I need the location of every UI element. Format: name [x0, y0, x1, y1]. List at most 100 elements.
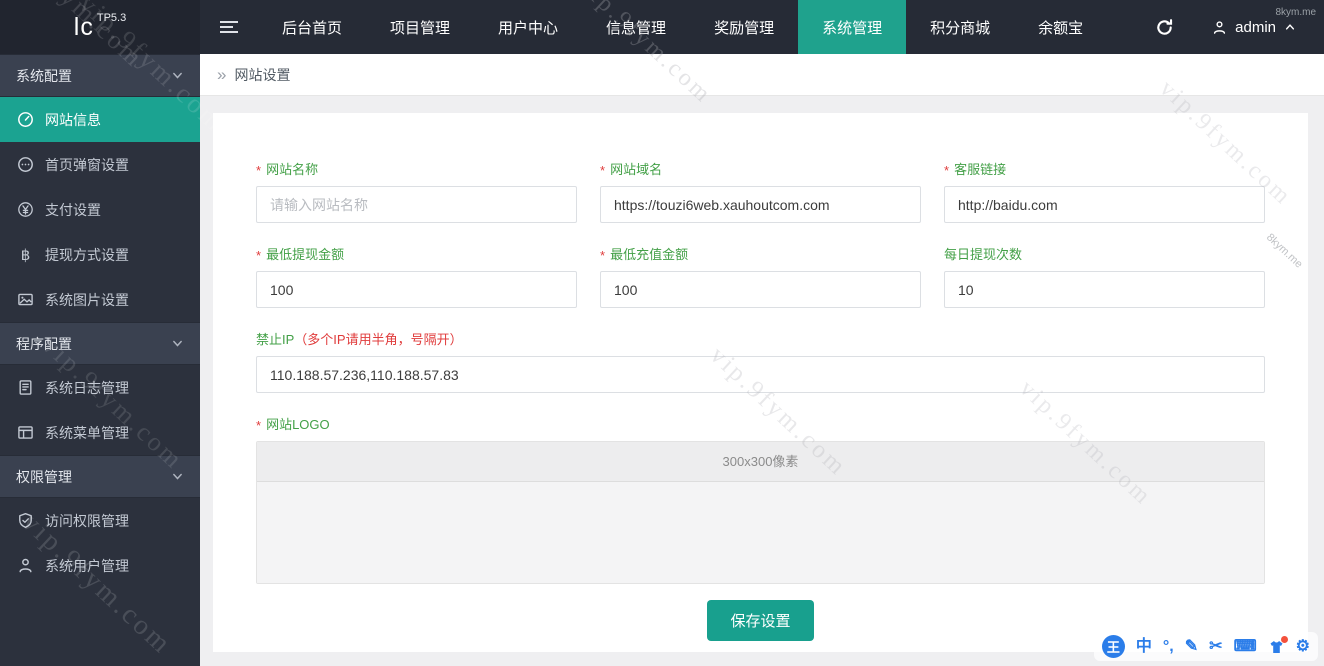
sidebar-item-popup-settings[interactable]: 首页弹窗设置: [0, 142, 200, 187]
ime-toolbar[interactable]: 王 中 °, ✎ ✂ ⌨ ⚙: [1094, 632, 1318, 661]
ime-logo-icon[interactable]: 王: [1102, 635, 1125, 658]
field-label: 禁止IP（多个IP请用半角，号隔开）: [256, 332, 1265, 348]
log-icon: [17, 379, 34, 396]
field-banned-ip: 禁止IP（多个IP请用半角，号隔开）: [256, 332, 1265, 393]
field-label: *最低充值金额: [600, 247, 921, 263]
field-label: *网站LOGO: [256, 417, 1265, 433]
topbar-right: admin: [1155, 0, 1324, 54]
chevron-down-icon: [171, 69, 184, 82]
nav-item-dashboard[interactable]: 后台首页: [258, 0, 366, 54]
field-label: 每日提现次数: [944, 247, 1265, 263]
nav-item-points-mall[interactable]: 积分商城: [906, 0, 1014, 54]
sidebar-item-system-logs[interactable]: 系统日志管理: [0, 365, 200, 410]
field-site-logo: *网站LOGO 300x300像素: [256, 417, 1265, 584]
min-recharge-input[interactable]: [600, 271, 921, 308]
field-label: *网站域名: [600, 162, 921, 178]
breadcrumb-chevrons-icon: »: [217, 66, 226, 83]
field-label: *网站名称: [256, 162, 577, 178]
chevron-down-icon: [171, 470, 184, 483]
sidebar-item-label: 提现方式设置: [45, 245, 129, 265]
sidebar-group-permission-manage[interactable]: 权限管理: [0, 455, 200, 498]
site-name-input[interactable]: [256, 186, 577, 223]
save-settings-button[interactable]: 保存设置: [707, 600, 813, 641]
logo-upload-area[interactable]: 300x300像素: [256, 441, 1265, 584]
sidebar-item-label: 支付设置: [45, 200, 101, 220]
sidebar-item-system-images[interactable]: 系统图片设置: [0, 277, 200, 322]
field-site-domain: *网站域名: [600, 162, 921, 223]
chevron-up-icon: [1284, 21, 1296, 33]
hamburger-icon: [220, 21, 238, 33]
nav-item-reward-manage[interactable]: 奖励管理: [690, 0, 798, 54]
sidebar-item-system-users[interactable]: 系统用户管理: [0, 543, 200, 588]
sidebar-item-label: 系统日志管理: [45, 378, 129, 398]
required-mark: *: [600, 248, 605, 263]
required-mark: *: [944, 163, 949, 178]
sidebar-item-access-permissions[interactable]: 访问权限管理: [0, 498, 200, 543]
field-min-recharge: *最低充值金额: [600, 247, 921, 308]
settings-form-panel: *网站名称 *网站域名 *客服链接 *最低提现金额: [213, 113, 1308, 652]
nav-item-user-center[interactable]: 用户中心: [474, 0, 582, 54]
sidebar-group-label: 权限管理: [16, 467, 72, 487]
required-mark: *: [256, 248, 261, 263]
bitcoin-icon: ฿: [17, 246, 34, 264]
chevron-down-icon: [171, 337, 184, 350]
image-icon: [17, 291, 34, 308]
page-title: 网站设置: [234, 65, 290, 85]
field-service-link: *客服链接: [944, 162, 1265, 223]
ime-clipboard-icon[interactable]: ✂: [1209, 639, 1222, 655]
refresh-icon: [1155, 18, 1174, 37]
logo-upload-dropzone[interactable]: [257, 482, 1264, 583]
sidebar-group-program-config[interactable]: 程序配置: [0, 322, 200, 365]
dashboard-icon: [17, 111, 34, 128]
min-withdraw-input[interactable]: [256, 271, 577, 308]
logo-upload-hint: 300x300像素: [257, 442, 1264, 482]
sidebar-item-site-info[interactable]: 网站信息: [0, 97, 200, 142]
popup-comment-icon: [17, 156, 34, 173]
sidebar: 系统配置 网站信息 首页弹窗设置 支付设置 ฿ 提现方式设置 系统图片设置 程序…: [0, 54, 200, 666]
sidebar-item-label: 访问权限管理: [45, 511, 129, 531]
sidebar-group-system-config[interactable]: 系统配置: [0, 54, 200, 97]
breadcrumb: » 网站设置: [200, 54, 1324, 96]
sidebar-item-label: 系统图片设置: [45, 290, 129, 310]
sidebar-group-label: 程序配置: [16, 334, 72, 354]
app-logo: lc TP5.3: [0, 0, 200, 54]
field-min-withdraw: *最低提现金额: [256, 247, 577, 308]
ime-language-toggle[interactable]: 中: [1136, 639, 1152, 655]
nav-item-info-manage[interactable]: 信息管理: [582, 0, 690, 54]
ime-skin-icon[interactable]: [1268, 639, 1285, 655]
field-label: *最低提现金额: [256, 247, 577, 263]
field-site-name: *网站名称: [256, 162, 577, 223]
sidebar-toggle-button[interactable]: [200, 0, 258, 54]
sidebar-group-label: 系统配置: [16, 66, 72, 86]
required-mark: *: [256, 163, 261, 178]
nav-item-yuebao[interactable]: 余额宝: [1014, 0, 1107, 54]
user-icon: [17, 557, 34, 574]
refresh-button[interactable]: [1155, 18, 1174, 37]
menu-layout-icon: [17, 424, 34, 441]
sidebar-item-label: 网站信息: [45, 110, 101, 130]
user-menu[interactable]: admin: [1212, 19, 1296, 36]
banned-ip-input[interactable]: [256, 356, 1265, 393]
required-mark: *: [256, 418, 261, 433]
sidebar-item-label: 首页弹窗设置: [45, 155, 129, 175]
ime-settings-icon[interactable]: ⚙: [1296, 639, 1310, 655]
daily-withdraw-times-input[interactable]: [944, 271, 1265, 308]
ime-keyboard-icon[interactable]: ⌨: [1234, 639, 1257, 655]
nav-item-projects[interactable]: 项目管理: [366, 0, 474, 54]
nav-item-system-manage[interactable]: 系统管理: [798, 0, 906, 54]
form-row-3: 禁止IP（多个IP请用半角，号隔开）: [256, 332, 1265, 393]
form-row-2: *最低提现金额 *最低充值金额 每日提现次数: [256, 247, 1265, 308]
main-content: » 网站设置 *网站名称 *网站域名 *客服链接: [200, 54, 1324, 666]
sidebar-item-payment-settings[interactable]: 支付设置: [0, 187, 200, 232]
sidebar-item-system-menus[interactable]: 系统菜单管理: [0, 410, 200, 455]
sidebar-item-label: 系统菜单管理: [45, 423, 129, 443]
site-domain-input[interactable]: [600, 186, 921, 223]
ime-punctuation-toggle[interactable]: °,: [1163, 639, 1174, 655]
service-link-input[interactable]: [944, 186, 1265, 223]
shield-check-icon: [17, 512, 34, 529]
field-daily-withdraw-times: 每日提现次数: [944, 247, 1265, 308]
sidebar-item-label: 系统用户管理: [45, 556, 129, 576]
ime-handwriting-icon[interactable]: ✎: [1185, 639, 1198, 655]
sidebar-item-withdraw-method[interactable]: ฿ 提现方式设置: [0, 232, 200, 277]
yen-icon: [17, 201, 34, 218]
